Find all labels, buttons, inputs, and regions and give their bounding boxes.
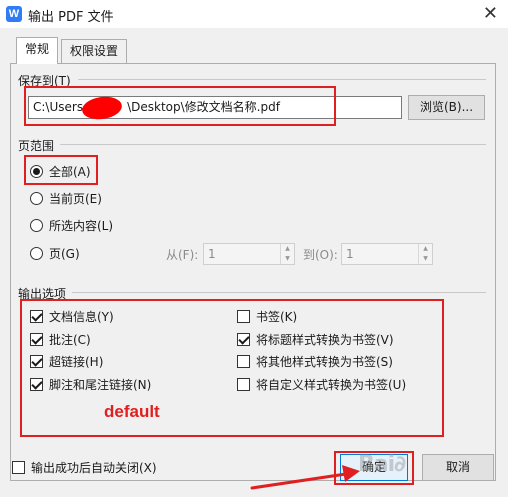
radio-current-indicator[interactable] xyxy=(30,192,43,205)
to-label: 到(O): xyxy=(303,248,338,262)
window-title: 输出 PDF 文件 xyxy=(28,10,114,25)
from-value: 1 xyxy=(208,247,216,261)
cancel-button[interactable]: 取消 xyxy=(422,454,494,481)
page-range-divider xyxy=(60,144,486,145)
auto-close-checkbox[interactable] xyxy=(12,461,25,474)
radio-pages[interactable]: 页(G) xyxy=(30,245,80,263)
annotation-box-options xyxy=(20,299,444,437)
from-spin-arrows-icon[interactable]: ▲ ▼ xyxy=(280,244,294,264)
from-spinner[interactable]: 1 ▲ ▼ xyxy=(203,243,295,265)
radio-selection-indicator[interactable] xyxy=(30,219,43,232)
page-range-group-title: 页范围 xyxy=(18,139,55,153)
title-bar: W 输出 PDF 文件 ✕ xyxy=(0,0,508,28)
auto-close-label: 输出成功后自动关闭(X) xyxy=(31,461,157,475)
annotation-box-all xyxy=(24,155,98,185)
radio-current-label: 当前页(E) xyxy=(49,192,102,206)
radio-pages-label: 页(G) xyxy=(49,247,80,261)
radio-selection[interactable]: 所选内容(L) xyxy=(30,217,113,235)
wps-app-icon: W xyxy=(6,6,22,22)
tab-general[interactable]: 常规 xyxy=(16,37,59,64)
browse-button[interactable]: 浏览(B)... xyxy=(408,95,485,120)
from-label: 从(F): xyxy=(166,248,199,262)
to-spin-arrows-icon[interactable]: ▲ ▼ xyxy=(418,244,432,264)
radio-pages-indicator[interactable] xyxy=(30,247,43,260)
watermark-logo: Bai∂ xyxy=(358,452,406,477)
to-spinner[interactable]: 1 ▲ ▼ xyxy=(341,243,433,265)
radio-current-page[interactable]: 当前页(E) xyxy=(30,190,102,208)
annotation-box-path xyxy=(24,86,336,126)
close-icon[interactable]: ✕ xyxy=(483,3,498,24)
auto-close-option[interactable]: 输出成功后自动关闭(X) xyxy=(12,459,157,477)
default-annotation-label: default xyxy=(104,402,160,421)
save-to-divider xyxy=(78,79,486,80)
tab-permissions[interactable]: 权限设置 xyxy=(61,39,128,63)
radio-selection-label: 所选内容(L) xyxy=(49,219,114,233)
to-value: 1 xyxy=(346,247,354,261)
output-options-divider xyxy=(72,292,486,293)
